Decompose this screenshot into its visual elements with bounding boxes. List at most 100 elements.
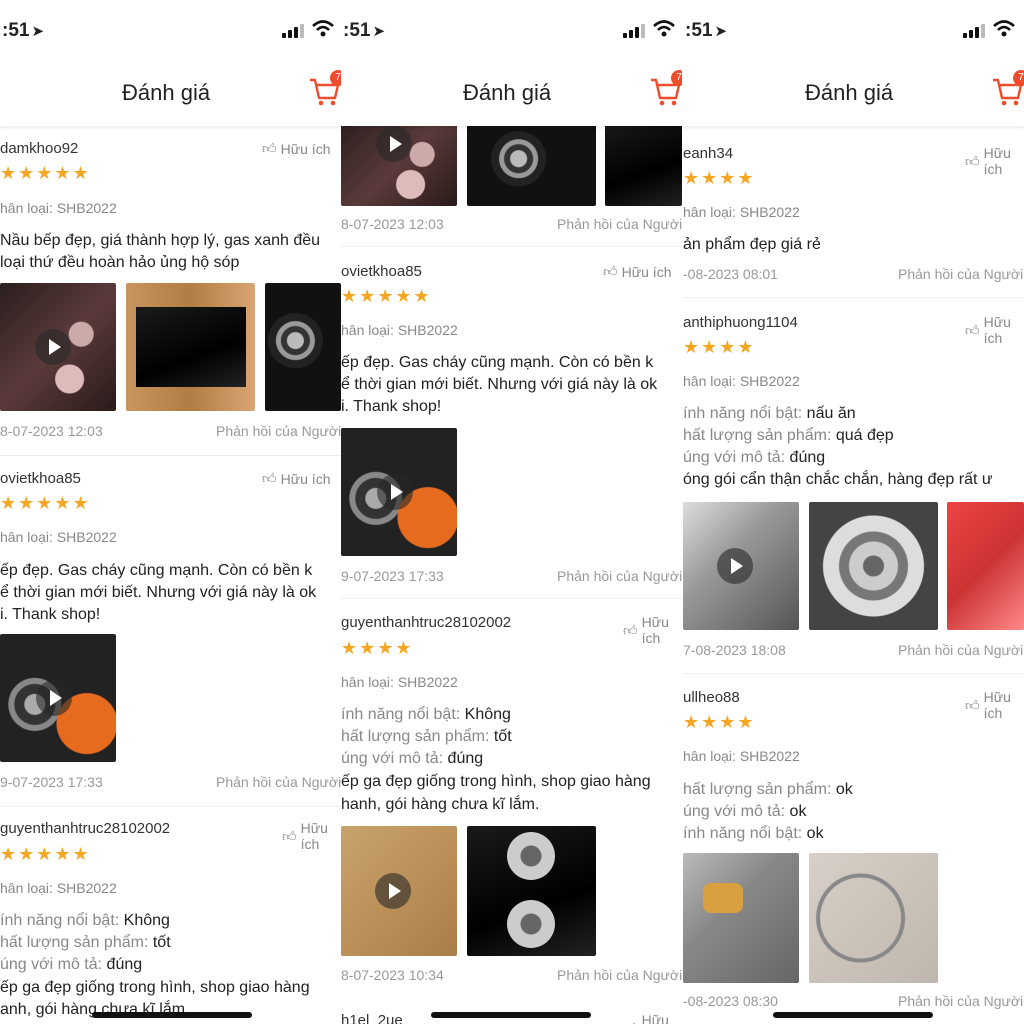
seller-reply-link[interactable]: Phản hồi của Người	[557, 216, 682, 232]
reviewer-name: h1el_2ue	[341, 1012, 403, 1024]
divider	[341, 246, 682, 247]
review-image-thumbnail[interactable]	[947, 502, 1024, 630]
review-video-thumbnail[interactable]	[341, 428, 457, 556]
seller-reply-link[interactable]: Phản hồi của Người	[557, 967, 682, 983]
review-text-line: Nầu bếp đẹp, giá thành hợp lý, gas xanh …	[0, 232, 321, 249]
quality-value: quá đẹp	[835, 427, 894, 444]
wifi-icon	[312, 20, 334, 37]
review-date: 8-07-2023 10:34	[341, 967, 444, 983]
helpful-label: Hữu ích	[983, 145, 1011, 177]
reviewer-name: guyenthanhtruc28102002	[341, 614, 512, 631]
seller-reply-link[interactable]: Phản hồi của Người	[557, 568, 682, 584]
wifi-icon	[653, 20, 675, 37]
review-image-thumbnail[interactable]	[265, 283, 341, 411]
divider	[341, 598, 682, 599]
helpful-label: Hữu ích	[280, 140, 331, 157]
feature-value: ok	[806, 825, 824, 842]
review-video-thumbnail[interactable]	[0, 283, 116, 411]
seller-reply-link[interactable]: Phản hồi của Người	[216, 423, 341, 439]
thumbs-up-icon: 👍︎	[965, 321, 980, 338]
review-image-thumbnail[interactable]	[809, 853, 938, 983]
location-arrow-icon: ➤	[714, 23, 728, 40]
description-match-value: đúng	[789, 449, 826, 466]
reviewer-name: guyenthanhtruc28102002	[0, 820, 171, 837]
variant-label: hân loại: SHB2022	[683, 204, 800, 220]
thumbs-up-icon: 👍︎	[603, 263, 618, 279]
screenshot-panel-2: :51 ➤ 8-07-2023 12:03 Phản hồi của Người …	[341, 0, 682, 1024]
screenshot-panel-3: :51 ➤ Đánh giá 7 eanh34 👍︎ Hữu ích ★★★★ hâ…	[683, 0, 1024, 1024]
home-indicator[interactable]	[431, 1012, 591, 1018]
cart-button[interactable]: 7	[649, 70, 682, 110]
description-match-label: úng với mô tả:	[0, 956, 103, 973]
wifi-icon	[993, 20, 1015, 37]
quality-line: hất lượng sản phẩm: quá đẹp	[683, 425, 894, 447]
variant-label: hân loại: SHB2022	[0, 200, 117, 216]
helpful-label: Hữu ích	[983, 314, 1011, 346]
helpful-button[interactable]: 👍︎Hữu ích	[965, 689, 1024, 721]
quality-line: hất lượng sản phẩm: ok	[683, 779, 853, 801]
review-video-thumbnail[interactable]	[683, 502, 799, 630]
helpful-button[interactable]: 👍︎Hữu ích	[965, 314, 1024, 346]
description-match-line: úng với mô tả: đúng	[0, 954, 142, 976]
helpful-button[interactable]: 👍︎Hữu ích	[623, 614, 682, 646]
feature-line: ính năng nổi bật: Không	[341, 704, 511, 726]
helpful-button[interactable]: 👍︎Hữu ích	[262, 470, 330, 487]
signal-icon	[623, 24, 645, 38]
signal-icon	[282, 24, 304, 38]
home-indicator[interactable]	[773, 1012, 933, 1018]
review-video-thumbnail[interactable]	[341, 826, 457, 956]
divider	[683, 297, 1024, 298]
quality-value: tốt	[152, 934, 171, 951]
description-match-line: úng với mô tả: ok	[683, 801, 806, 823]
helpful-button[interactable]: 👍︎Hữu ích	[262, 140, 330, 157]
quality-label: hất lượng sản phẩm:	[341, 728, 490, 745]
thumbs-up-icon: 👍︎	[623, 621, 638, 638]
review-text-line: hanh, gói hàng chưa kĩ lắm.	[341, 796, 540, 813]
status-bar: :51 ➤	[0, 0, 341, 60]
helpful-button[interactable]: 👍︎Hữu ích	[965, 145, 1024, 177]
review-text-line: ể thời gian mới biết. Nhưng với giá này …	[0, 584, 317, 601]
seller-reply-link[interactable]: Phản hồi của Người	[898, 266, 1023, 282]
cart-button[interactable]: 7	[308, 70, 341, 110]
reviewer-name: anthiphuong1104	[683, 314, 798, 331]
page-title: Đánh giá	[122, 80, 211, 105]
header: Đánh giá 7	[0, 60, 341, 126]
play-icon	[36, 680, 72, 716]
review-video-thumbnail[interactable]	[341, 120, 457, 206]
divider	[0, 806, 341, 807]
reviewer-name: ullheo88	[683, 689, 740, 706]
feature-value: nấu ăn	[806, 405, 856, 422]
description-match-value: ok	[789, 803, 807, 820]
feature-line: ính năng nổi bật: nấu ăn	[683, 403, 856, 425]
review-video-thumbnail[interactable]	[0, 634, 116, 762]
rating-stars: ★★★★	[683, 168, 756, 188]
cart-count-badge: 7	[330, 70, 341, 86]
variant-label: hân loại: SHB2022	[341, 674, 458, 690]
helpful-button[interactable]: 👍︎Hữu ích	[603, 263, 671, 280]
seller-reply-link[interactable]: Phản hồi của Người	[898, 642, 1023, 658]
cart-button[interactable]: 7	[991, 70, 1024, 110]
helpful-button[interactable]: 👍︎Hữu ích	[623, 1012, 682, 1024]
review-image-thumbnail[interactable]	[605, 120, 682, 206]
description-match-label: úng với mô tả:	[683, 803, 786, 820]
status-time: :51 ➤	[343, 20, 386, 41]
review-image-thumbnail[interactable]	[809, 502, 938, 630]
seller-reply-link[interactable]: Phản hồi của Người	[216, 774, 341, 790]
review-image-thumbnail[interactable]	[467, 826, 596, 956]
variant-label: hân loại: SHB2022	[0, 880, 117, 896]
review-text-line: i. Thank shop!	[0, 606, 101, 623]
review-image-thumbnail[interactable]	[126, 283, 255, 411]
home-indicator[interactable]	[92, 1012, 252, 1018]
play-icon	[376, 126, 412, 162]
description-match-value: đúng	[106, 956, 143, 973]
reviewer-name: ovietkhoa85	[341, 263, 422, 280]
review-text-line: ếp ga đẹp giống trong hình, shop giao hà…	[0, 979, 310, 996]
seller-reply-link[interactable]: Phản hồi của Người	[898, 993, 1023, 1009]
review-image-thumbnail[interactable]	[467, 120, 596, 206]
rating-stars: ★★★★	[683, 337, 756, 357]
review-date: -08-2023 08:01	[683, 266, 778, 282]
page-title: Đánh giá	[805, 80, 894, 105]
review-image-thumbnail[interactable]	[683, 853, 799, 983]
quality-value: ok	[835, 781, 853, 798]
helpful-button[interactable]: 👍︎Hữu ích	[282, 820, 341, 852]
